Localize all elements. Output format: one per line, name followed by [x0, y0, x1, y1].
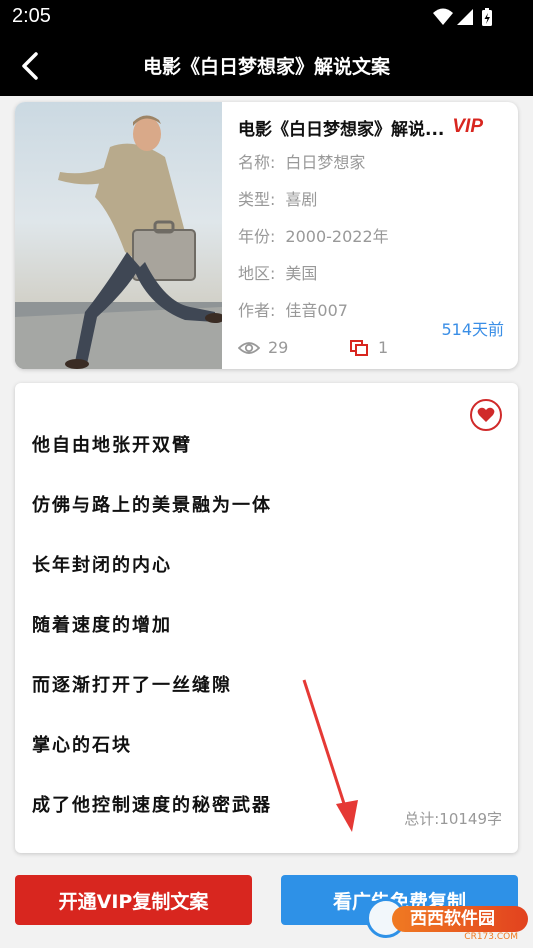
field-value: 2000-2022年: [285, 227, 389, 246]
field-name: 名称: 白日梦想家: [238, 149, 365, 173]
script-line: 随着速度的增加: [32, 615, 172, 636]
watermark-domain: CR173.COM: [464, 932, 518, 942]
title-row: 电影《白日梦想家》解说... VIP: [238, 114, 504, 140]
movie-poster: [15, 102, 222, 369]
poster-illustration: [15, 115, 222, 369]
copies-count: 1: [378, 338, 389, 357]
views-stat: 29: [238, 338, 288, 357]
views-count: 29: [268, 338, 289, 357]
field-value: 佳音007: [285, 301, 348, 320]
vip-badge: VIP: [452, 116, 483, 137]
script-title: 电影《白日梦想家》解说...: [238, 119, 445, 140]
heart-icon: [477, 407, 495, 422]
script-line: 长年封闭的内心: [32, 555, 172, 576]
battery-icon: [482, 8, 492, 26]
signal-icon: [457, 9, 473, 25]
field-label: 类型:: [238, 190, 276, 209]
status-bar: 2:05: [0, 0, 533, 36]
field-value: 喜剧: [285, 190, 318, 209]
field-author: 作者: 佳音007: [238, 297, 348, 321]
word-count: 总计:10149字: [404, 810, 502, 828]
vip-copy-button[interactable]: 开通VIP复制文案: [15, 875, 252, 925]
field-year: 年份: 2000-2022年: [238, 223, 389, 247]
time-ago: 514天前: [441, 320, 504, 339]
script-info-card[interactable]: 电影《白日梦想家》解说... VIP 名称: 白日梦想家 类型: 喜剧 年份: 200…: [15, 102, 518, 369]
copies-stat: 1: [350, 338, 388, 357]
status-time: 2:05: [12, 5, 51, 27]
script-line: 仿佛与路上的美景融为一体: [32, 495, 272, 516]
field-label: 地区:: [238, 264, 276, 283]
watermark-label: 西西软件园 CR173.COM: [392, 906, 528, 942]
field-label: 作者:: [238, 301, 276, 320]
script-text-card: 他自由地张开双臂 仿佛与路上的美景融为一体 长年封闭的内心 随着速度的增加 而逐…: [15, 383, 518, 853]
eye-icon: [238, 341, 260, 354]
wifi-icon: [433, 8, 453, 25]
page-title: 电影《白日梦想家》解说文案: [142, 56, 390, 78]
field-region: 地区: 美国: [238, 260, 317, 284]
status-icon-group: [433, 8, 492, 26]
script-line: 成了他控制速度的秘密武器: [32, 795, 272, 816]
script-line: 掌心的石块: [32, 735, 132, 756]
script-line: 而逐渐打开了一丝缝隙: [32, 675, 232, 696]
app-bar: 电影《白日梦想家》解说文案: [0, 36, 533, 96]
field-label: 名称:: [238, 153, 276, 172]
site-watermark: 西西软件园 CR173.COM: [360, 896, 533, 942]
field-value: 美国: [285, 264, 318, 283]
status-icons: [433, 7, 495, 33]
watermark-text: 西西软件园: [410, 909, 495, 929]
field-type: 类型: 喜剧: [238, 186, 317, 210]
favorite-button[interactable]: [470, 399, 502, 431]
script-info: 电影《白日梦想家》解说... VIP 名称: 白日梦想家 类型: 喜剧 年份: 200…: [238, 114, 504, 339]
script-line: 他自由地张开双臂: [32, 435, 192, 456]
field-value: 白日梦想家: [285, 153, 366, 172]
copy-icon: [350, 339, 368, 356]
field-label: 年份:: [238, 227, 276, 246]
